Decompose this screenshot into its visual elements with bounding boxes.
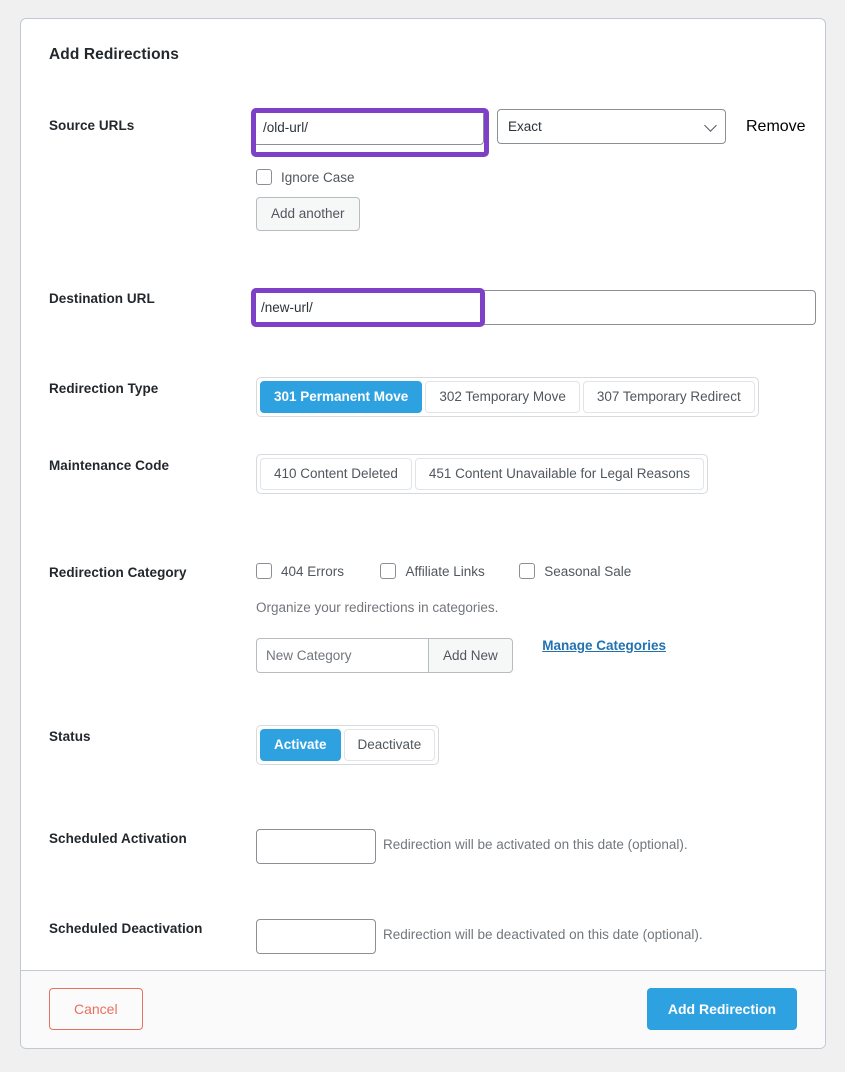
redirection-type-option-301[interactable]: 301 Permanent Move [260, 381, 423, 413]
add-redirection-button[interactable]: Add Redirection [646, 988, 797, 1030]
scheduled-activation-help: Redirection will be activated on this da… [383, 837, 688, 852]
add-new-category-button[interactable]: Add New [428, 638, 513, 673]
match-type-select[interactable]: Exact [497, 109, 726, 144]
checkbox-box-icon [256, 169, 272, 185]
page-title: Add Redirections [49, 46, 179, 63]
form-body: Add Redirections Source URLs Exact Remov… [21, 19, 825, 972]
category-checkbox-seasonal-sale[interactable]: Seasonal Sale [519, 563, 631, 579]
redirection-type-group: 301 Permanent Move 302 Temporary Move 30… [256, 377, 759, 417]
maintenance-code-label: Maintenance Code [49, 458, 170, 473]
ignore-case-checkbox[interactable]: Ignore Case [256, 169, 355, 190]
status-option-activate[interactable]: Activate [260, 729, 341, 761]
cancel-button[interactable]: Cancel [49, 988, 143, 1030]
new-category-group: Add New [256, 638, 513, 673]
checkbox-box-icon [380, 563, 397, 579]
remove-source-link[interactable]: Remove [746, 118, 806, 136]
category-checkbox-404-errors[interactable]: 404 Errors [256, 563, 344, 579]
scheduled-deactivation-help: Redirection will be deactivated on this … [383, 927, 703, 942]
category-help-text: Organize your redirections in categories… [256, 600, 499, 615]
new-category-input[interactable] [256, 638, 428, 673]
scheduled-activation-input[interactable] [256, 829, 376, 864]
checkbox-box-icon [519, 563, 536, 579]
redirection-category-label: Redirection Category [49, 565, 187, 580]
category-label-seasonal-sale: Seasonal Sale [544, 563, 632, 579]
status-option-deactivate[interactable]: Deactivate [343, 729, 436, 761]
redirection-type-label: Redirection Type [49, 381, 159, 396]
redirection-type-option-307[interactable]: 307 Temporary Redirect [582, 381, 755, 413]
maintenance-code-option-410[interactable]: 410 Content Deleted [260, 458, 412, 490]
scheduled-deactivation-label: Scheduled Deactivation [49, 921, 203, 936]
destination-url-input[interactable] [251, 290, 816, 325]
status-label: Status [49, 729, 91, 744]
destination-url-label: Destination URL [49, 291, 155, 306]
source-url-input[interactable] [253, 110, 484, 145]
maintenance-code-group: 410 Content Deleted 451 Content Unavaila… [256, 454, 709, 494]
category-label-404-errors: 404 Errors [281, 563, 345, 579]
manage-categories-link[interactable]: Manage Categories [542, 638, 666, 653]
chevron-down-icon [704, 118, 717, 132]
redirection-type-option-302[interactable]: 302 Temporary Move [425, 381, 580, 413]
category-label-affiliate-links: Affiliate Links [405, 563, 485, 579]
checkbox-box-icon [256, 563, 272, 579]
status-group: Activate Deactivate [256, 725, 440, 765]
scheduled-deactivation-input[interactable] [256, 919, 376, 954]
scheduled-activation-label: Scheduled Activation [49, 831, 187, 846]
maintenance-code-option-451[interactable]: 451 Content Unavailable for Legal Reason… [414, 458, 705, 490]
add-redirections-card: Add Redirections Source URLs Exact Remov… [20, 18, 826, 1049]
category-checkbox-affiliate-links[interactable]: Affiliate Links [380, 563, 485, 579]
source-urls-label: Source URLs [49, 118, 135, 133]
form-footer: Cancel Add Redirection [21, 970, 825, 1048]
match-type-value: Exact [508, 119, 542, 134]
ignore-case-label: Ignore Case [281, 169, 355, 185]
add-another-button[interactable]: Add another [256, 197, 360, 231]
